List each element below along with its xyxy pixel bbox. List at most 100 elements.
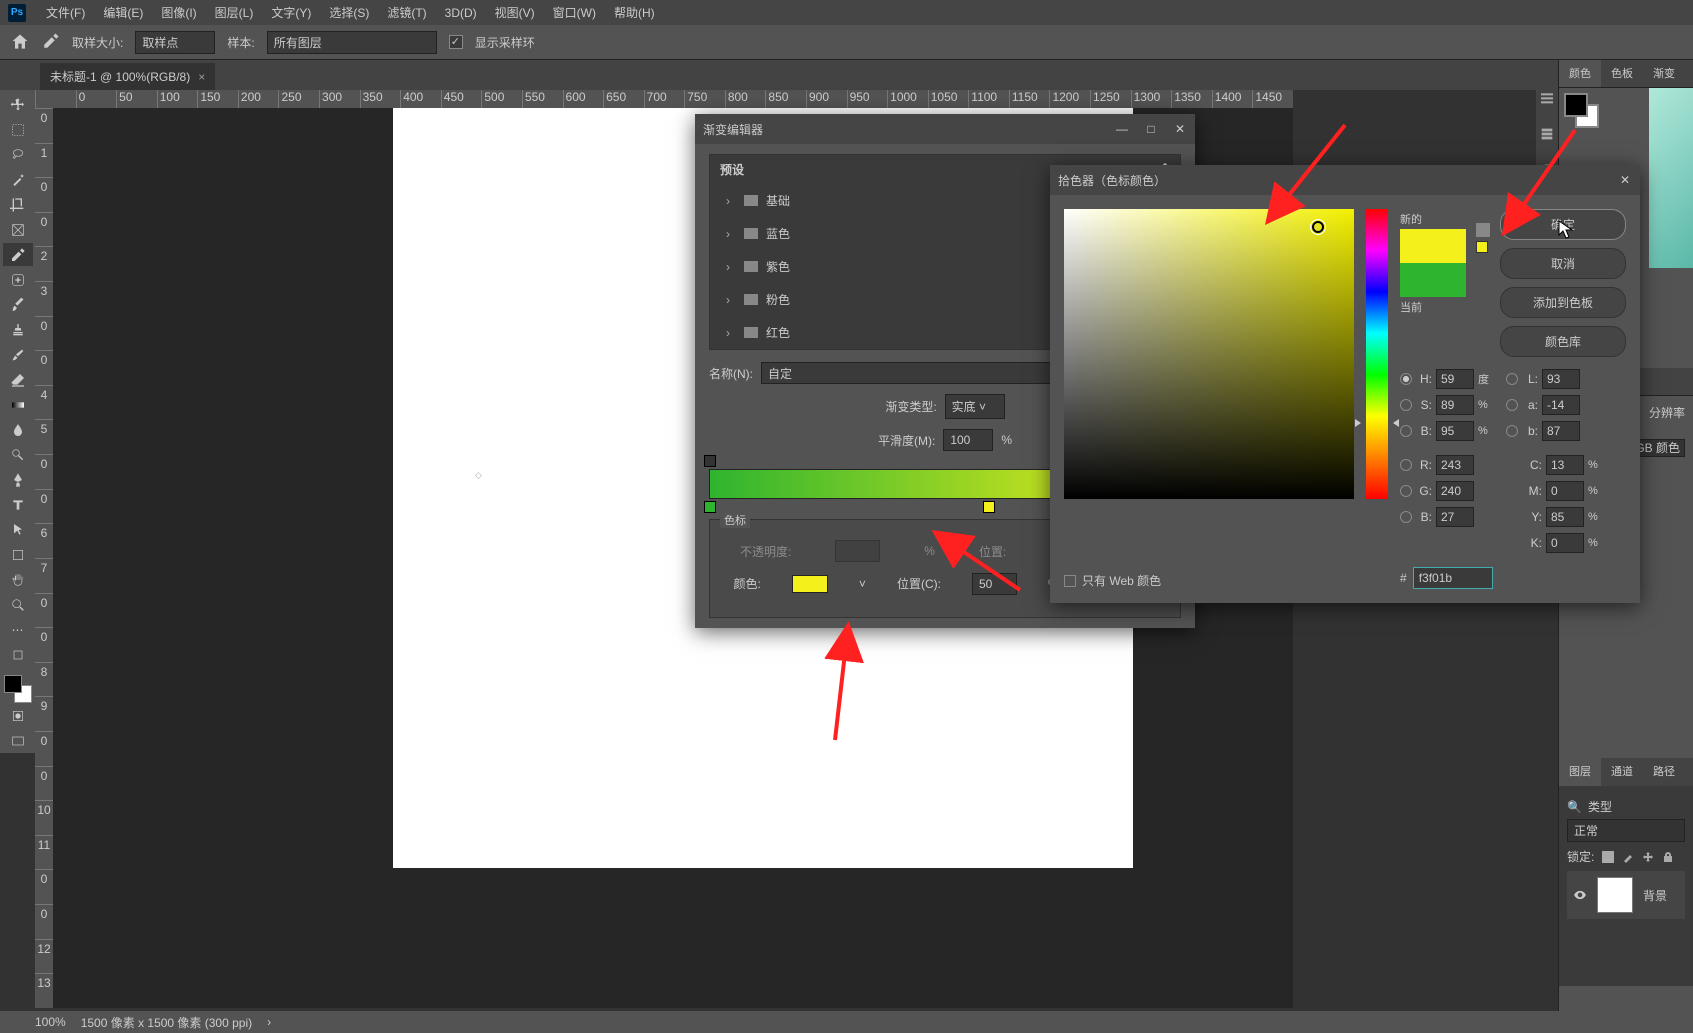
move-tool[interactable]: [3, 93, 33, 116]
dock-icon-1[interactable]: [1539, 90, 1555, 106]
heal-tool[interactable]: [3, 268, 33, 291]
menu-view[interactable]: 视图(V): [487, 1, 543, 24]
close-button[interactable]: ✕: [1173, 122, 1187, 136]
color-preview[interactable]: [1649, 88, 1693, 268]
lasso-tool[interactable]: [3, 143, 33, 166]
current-color-swatch[interactable]: [1400, 263, 1466, 297]
opacity-stop-left[interactable]: [704, 455, 716, 467]
h-input[interactable]: [1436, 369, 1474, 389]
layer-background[interactable]: 背景: [1567, 871, 1685, 919]
tab-paths[interactable]: 路径: [1643, 758, 1685, 786]
b-input[interactable]: [1436, 421, 1474, 441]
lock-brush-icon[interactable]: [1622, 851, 1634, 863]
l-input[interactable]: [1542, 369, 1580, 389]
dodge-tool[interactable]: [3, 443, 33, 466]
hue-slider[interactable]: [1366, 209, 1388, 499]
tab-swatches[interactable]: 色板: [1601, 60, 1643, 87]
stamp-tool[interactable]: [3, 318, 33, 341]
zoom-tool[interactable]: [3, 593, 33, 616]
radio-g[interactable]: [1400, 485, 1412, 497]
status-chevron-icon[interactable]: ›: [267, 1015, 271, 1029]
home-icon[interactable]: [10, 32, 30, 52]
color-field-cursor[interactable]: [1312, 221, 1324, 233]
menu-image[interactable]: 图像(I): [153, 1, 204, 24]
radio-a[interactable]: [1506, 399, 1518, 411]
radio-b2[interactable]: [1400, 511, 1412, 523]
color-swatch[interactable]: [4, 675, 32, 703]
c-input[interactable]: [1546, 455, 1584, 475]
eyedropper-tool[interactable]: [3, 243, 33, 266]
lock-all-icon[interactable]: [1662, 851, 1674, 863]
document-tab[interactable]: 未标题-1 @ 100%(RGB/8) ×: [40, 63, 215, 90]
maximize-button[interactable]: □: [1144, 122, 1158, 136]
edit-toolbar[interactable]: [3, 643, 33, 666]
minimize-button[interactable]: —: [1115, 122, 1129, 136]
chevron-down-icon[interactable]: ˅: [859, 577, 866, 591]
smooth-input[interactable]: [943, 429, 993, 451]
color-stop-active[interactable]: [983, 501, 995, 513]
color-field[interactable]: [1064, 209, 1354, 499]
search-icon[interactable]: 🔍: [1567, 800, 1582, 814]
add-swatch-button[interactable]: 添加到色板: [1500, 287, 1626, 318]
hand-tool[interactable]: [3, 568, 33, 591]
cancel-button[interactable]: 取消: [1500, 248, 1626, 279]
show-ring-checkbox[interactable]: [449, 35, 463, 49]
gradient-tool[interactable]: [3, 393, 33, 416]
y-input[interactable]: [1546, 507, 1584, 527]
menu-edit[interactable]: 编辑(E): [95, 1, 151, 24]
menu-3d[interactable]: 3D(D): [437, 3, 485, 23]
screen-mode[interactable]: [3, 729, 33, 752]
shape-tool[interactable]: [3, 543, 33, 566]
color-lib-button[interactable]: 颜色库: [1500, 326, 1626, 357]
frame-tool[interactable]: [3, 218, 33, 241]
web-only-checkbox[interactable]: [1064, 575, 1076, 587]
menu-select[interactable]: 选择(S): [321, 1, 377, 24]
websafe-swatch[interactable]: [1476, 241, 1488, 253]
dock-icon-2[interactable]: [1539, 126, 1555, 142]
radio-h[interactable]: [1400, 373, 1412, 385]
radio-l[interactable]: [1506, 373, 1518, 385]
radio-r[interactable]: [1400, 459, 1412, 471]
history-brush-tool[interactable]: [3, 343, 33, 366]
zoom-level[interactable]: 100%: [35, 1015, 66, 1029]
midpoint[interactable]: ◇: [475, 470, 945, 481]
s-input[interactable]: [1436, 395, 1474, 415]
hex-input[interactable]: [1413, 567, 1493, 589]
r-input[interactable]: [1436, 455, 1474, 475]
tab-gradients[interactable]: 渐变: [1643, 60, 1685, 87]
sample-dropdown[interactable]: 所有图层: [267, 31, 437, 54]
tab-channels[interactable]: 通道: [1601, 758, 1643, 786]
dialog-titlebar[interactable]: 拾色器（色标颜色） ✕: [1050, 165, 1640, 195]
m-input[interactable]: [1546, 481, 1584, 501]
lock-move-icon[interactable]: [1642, 851, 1654, 863]
crop-tool[interactable]: [3, 193, 33, 216]
blend-mode-select[interactable]: 正常: [1567, 819, 1685, 842]
path-select-tool[interactable]: [3, 518, 33, 541]
dialog-titlebar[interactable]: 渐变编辑器 — □ ✕: [695, 114, 1195, 144]
brush-tool[interactable]: [3, 293, 33, 316]
menu-file[interactable]: 文件(F): [38, 1, 93, 24]
g-input[interactable]: [1436, 481, 1474, 501]
panel-color-swatch[interactable]: [1564, 93, 1599, 128]
k-input[interactable]: [1546, 533, 1584, 553]
radio-b[interactable]: [1400, 425, 1412, 437]
marquee-tool[interactable]: [3, 118, 33, 141]
close-button[interactable]: ✕: [1618, 173, 1632, 187]
eyedropper-tool-icon[interactable]: [42, 32, 60, 53]
quick-mask[interactable]: [3, 704, 33, 727]
position-input[interactable]: [972, 573, 1017, 595]
b2-input[interactable]: [1436, 507, 1474, 527]
menu-layer[interactable]: 图层(L): [207, 1, 262, 24]
color-stop-left[interactable]: [704, 501, 716, 513]
tab-color[interactable]: 颜色: [1559, 60, 1601, 87]
menu-filter[interactable]: 滤镜(T): [379, 1, 434, 24]
radio-lab-b[interactable]: [1506, 425, 1518, 437]
menu-help[interactable]: 帮助(H): [606, 1, 663, 24]
radio-s[interactable]: [1400, 399, 1412, 411]
lab-b-input[interactable]: [1542, 421, 1580, 441]
visibility-icon[interactable]: [1573, 888, 1587, 902]
gamut-warning-icon[interactable]: [1476, 223, 1490, 237]
tab-close-icon[interactable]: ×: [198, 70, 205, 84]
hue-cursor[interactable]: [1361, 419, 1393, 423]
pen-tool[interactable]: [3, 468, 33, 491]
